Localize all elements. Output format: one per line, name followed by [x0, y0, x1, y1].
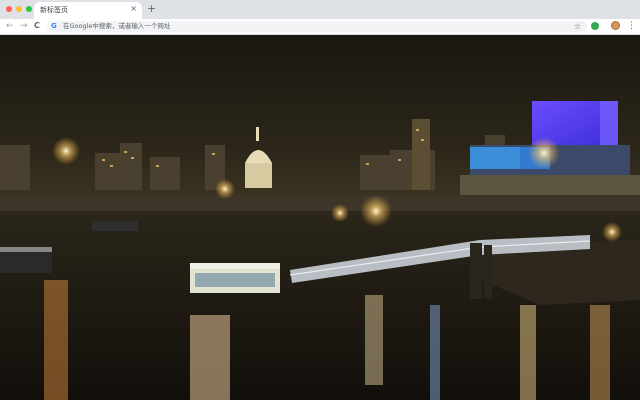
close-tab-icon[interactable]: × — [130, 4, 137, 14]
google-g-icon: G — [51, 22, 57, 30]
star-icon[interactable]: ☆ — [574, 21, 581, 32]
avatar-icon[interactable] — [611, 21, 620, 30]
browser-chrome: 新标签页 × + ← → C G 在Google中搜索，或者输入一个网址 ☆ — [0, 0, 640, 35]
address-bar-placeholder: 在Google中搜索，或者输入一个网址 — [63, 22, 171, 30]
pontoon — [178, 263, 286, 302]
tab-strip: 新标签页 × + — [0, 0, 640, 19]
arrow-right-icon[interactable]: → — [20, 20, 28, 32]
more-vert-icon[interactable]: ⋮ — [627, 20, 636, 32]
minimize-window-button[interactable] — [16, 6, 22, 12]
tab-title: 新标签页 — [40, 6, 68, 14]
extension-icon[interactable] — [591, 22, 599, 30]
maximize-window-button[interactable] — [26, 6, 32, 12]
reload-icon[interactable]: C — [34, 20, 40, 32]
window-controls — [6, 6, 32, 12]
close-window-button[interactable] — [6, 6, 12, 12]
toolbar: ← → C G 在Google中搜索，或者输入一个网址 ☆ — [0, 19, 640, 35]
background-photo — [0, 35, 640, 400]
arrow-left-icon[interactable]: ← — [6, 20, 14, 32]
active-tab[interactable]: 新标签页 × — [34, 2, 142, 19]
new-tab-button[interactable]: + — [147, 3, 156, 15]
address-bar[interactable]: G 在Google中搜索，或者输入一个网址 ☆ — [47, 21, 587, 32]
